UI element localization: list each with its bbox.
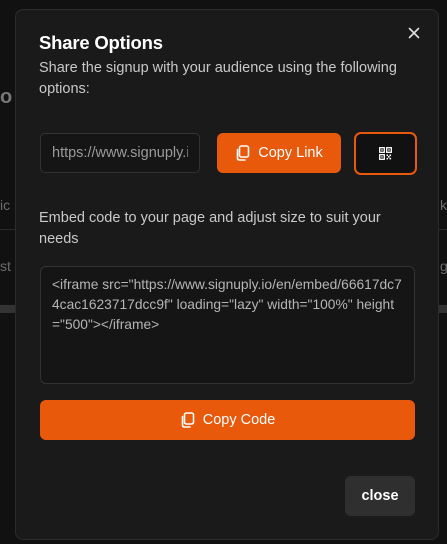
share-options-modal: Share Options Share the signup with your… (15, 9, 439, 540)
copy-link-label: Copy Link (258, 145, 323, 161)
copy-icon (180, 412, 195, 428)
copy-code-button[interactable]: Copy Code (40, 400, 415, 440)
copy-icon (235, 145, 250, 161)
close-icon[interactable] (406, 25, 422, 41)
qr-code-button[interactable] (354, 132, 417, 175)
close-button[interactable]: close (345, 476, 415, 516)
background-text-fragment: st (0, 258, 11, 274)
embed-code-textarea[interactable]: <iframe src="https://www.signuply.io/en/… (40, 266, 415, 384)
embed-code-label: Embed code to your page and adjust size … (39, 210, 381, 247)
background-text-fragment: g (440, 258, 447, 274)
background-text-fragment: ic (0, 197, 11, 213)
qr-code-icon (379, 147, 392, 160)
copy-code-label: Copy Code (202, 412, 276, 428)
background-text-fragment: k (440, 197, 447, 213)
modal-title: Share Options (39, 32, 163, 53)
copy-link-button[interactable]: Copy Link (217, 133, 341, 173)
signup-link-input[interactable] (40, 133, 200, 173)
background-text-fragment: o (0, 86, 13, 108)
modal-subtitle: Share the signup with your audience usin… (39, 60, 397, 97)
